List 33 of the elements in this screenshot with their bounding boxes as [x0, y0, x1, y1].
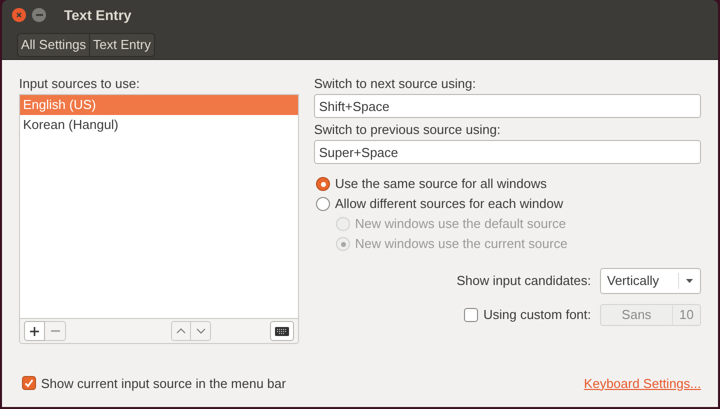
close-icon[interactable]: [12, 8, 26, 22]
list-item[interactable]: Korean (Hangul): [20, 115, 298, 135]
radio-label: New windows use the current source: [355, 235, 568, 254]
move-up-button[interactable]: [171, 321, 191, 341]
checkbox[interactable]: [22, 376, 36, 390]
chevron-down-icon: [196, 328, 206, 334]
breadcrumb-button[interactable]: Text Entry: [89, 34, 154, 56]
window-title: Text Entry: [64, 6, 132, 25]
radio-label: New windows use the default source: [355, 215, 566, 234]
plus-icon: [30, 326, 39, 336]
move-down-button[interactable]: [191, 321, 211, 341]
keyboard-button[interactable]: [270, 321, 294, 341]
checkbox-label: Using custom font:: [483, 306, 591, 324]
minus-icon: [50, 330, 60, 332]
radio-label: Allow different sources for each window: [335, 195, 564, 214]
shortcut-field[interactable]: Shift+Space: [314, 94, 701, 118]
chevron-up-icon: [176, 328, 186, 334]
breadcrumb-button[interactable]: All Settings: [18, 34, 90, 56]
checkbox[interactable]: [464, 308, 478, 322]
shortcut-field[interactable]: Super+Space: [314, 140, 701, 164]
section-label: Input sources to use:: [19, 75, 141, 93]
field-label: Show input candidates:: [456, 272, 591, 290]
add-button[interactable]: [24, 321, 45, 341]
keyboard-icon: [275, 326, 289, 336]
radio-button[interactable]: [316, 177, 330, 191]
dropdown-arrow-icon: [686, 279, 693, 283]
field-label: Switch to next source using:: [314, 75, 477, 93]
checkbox-label: Show current input source in the menu bar: [41, 374, 286, 393]
radio-button[interactable]: [316, 197, 330, 211]
field-label: Switch to previous source using:: [314, 121, 502, 139]
radio-label: Use the same source for all windows: [335, 175, 547, 194]
candidates-dropdown[interactable]: Vertically: [600, 268, 701, 294]
minimize-icon[interactable]: [32, 8, 46, 22]
